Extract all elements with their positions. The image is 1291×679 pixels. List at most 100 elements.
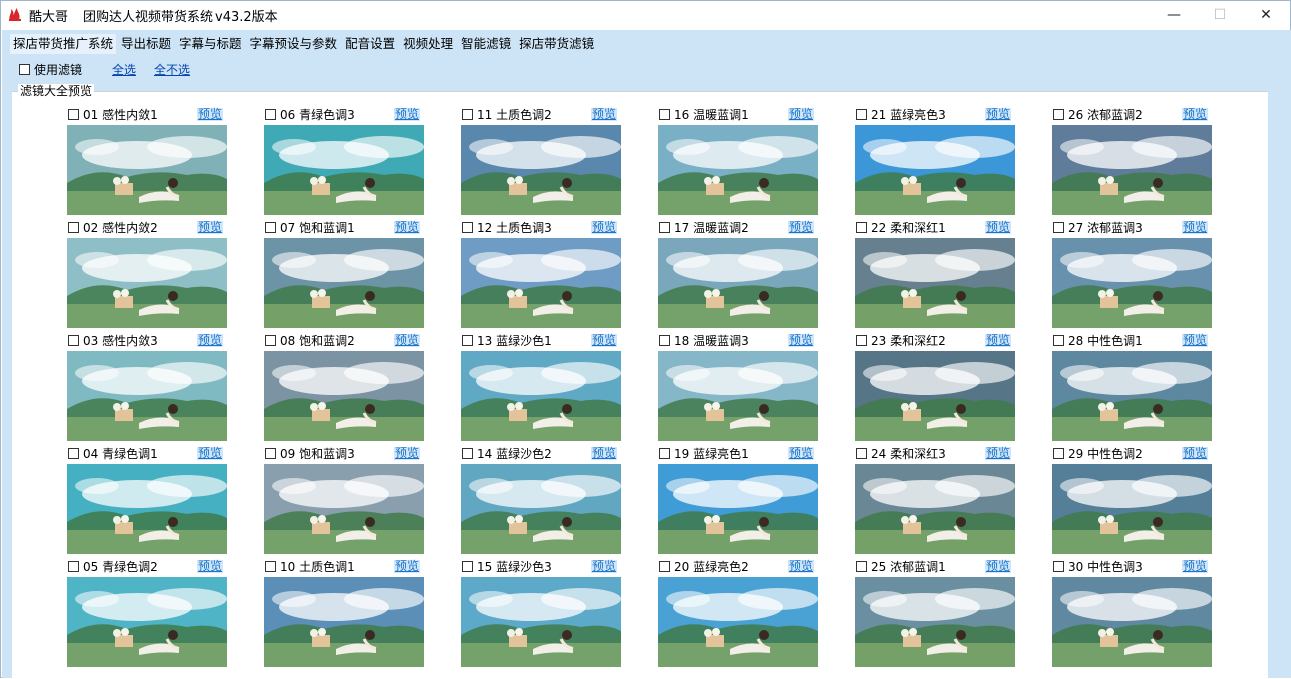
preview-button[interactable]: 预览 (590, 560, 617, 573)
filter-checkbox[interactable] (68, 335, 79, 346)
filter-name: 29 中性色调2 (1068, 447, 1143, 461)
use-filter-checkbox[interactable] (19, 63, 30, 75)
tab-store-filter[interactable]: 探店带货滤镜 (516, 34, 597, 54)
filter-header: 29 中性色调2 预览 (1052, 445, 1212, 462)
filter-cell-29: 25 浓郁蓝调1 预览 (855, 558, 1015, 667)
filter-checkbox[interactable] (659, 109, 670, 120)
preview-button[interactable]: 预览 (196, 221, 223, 234)
preview-button[interactable]: 预览 (984, 447, 1011, 460)
tab-voiceover[interactable]: 配音设置 (342, 34, 398, 54)
filter-checkbox[interactable] (462, 109, 473, 120)
filter-checkbox[interactable] (856, 109, 867, 120)
preview-button[interactable]: 预览 (196, 560, 223, 573)
preview-button[interactable]: 预览 (590, 334, 617, 347)
maximize-button[interactable]: ☐ (1197, 1, 1243, 29)
preview-button[interactable]: 预览 (393, 221, 420, 234)
tab-smart-filter[interactable]: 智能滤镜 (458, 34, 514, 54)
filter-checkbox[interactable] (265, 109, 276, 120)
filter-cell-19: 04 青绿色调1 预览 (67, 445, 227, 554)
preview-button[interactable]: 预览 (590, 221, 617, 234)
preview-button[interactable]: 预览 (984, 108, 1011, 121)
filter-checkbox[interactable] (659, 448, 670, 459)
preview-button[interactable]: 预览 (787, 560, 814, 573)
filter-name: 18 温暖蓝调3 (674, 334, 749, 348)
filter-checkbox[interactable] (68, 109, 79, 120)
preview-button[interactable]: 预览 (590, 447, 617, 460)
filter-checkbox[interactable] (462, 335, 473, 346)
filter-header: 22 柔和深红1 预览 (855, 219, 1015, 236)
tab-promotion-system[interactable]: 探店带货推广系统 (10, 34, 117, 54)
filter-checkbox[interactable] (856, 335, 867, 346)
tab-subtitle-presets[interactable]: 字幕预设与参数 (247, 34, 341, 54)
close-button[interactable]: ✕ (1243, 1, 1289, 29)
filter-header: 30 中性色调3 预览 (1052, 558, 1212, 575)
filter-thumbnail (264, 577, 424, 667)
landscape-photo-icon (67, 577, 227, 667)
filter-checkbox[interactable] (1053, 335, 1064, 346)
preview-button[interactable]: 预览 (393, 447, 420, 460)
filter-preview-group: 滤镜大全预览 01 感性内敛1 预览 06 青绿色调3 预览 11 土质色调2 … (12, 84, 1268, 679)
use-filter-option[interactable]: 使用滤镜 (19, 60, 82, 78)
preview-button[interactable]: 预览 (984, 221, 1011, 234)
filter-checkbox[interactable] (659, 561, 670, 572)
preview-button[interactable]: 预览 (984, 560, 1011, 573)
preview-button[interactable]: 预览 (393, 108, 420, 121)
filter-checkbox[interactable] (462, 448, 473, 459)
filter-header: 06 青绿色调3 预览 (264, 106, 424, 123)
filter-checkbox[interactable] (1053, 448, 1064, 459)
filter-cell-26: 10 土质色调1 预览 (264, 558, 424, 667)
filter-header: 04 青绿色调1 预览 (67, 445, 227, 462)
tab-video-processing[interactable]: 视频处理 (400, 34, 456, 54)
filter-checkbox[interactable] (856, 222, 867, 233)
select-all-link[interactable]: 全选 (112, 61, 136, 78)
filter-thumbnail (658, 577, 818, 667)
minimize-button[interactable]: — (1151, 1, 1197, 29)
preview-button[interactable]: 预览 (196, 108, 223, 121)
filter-thumbnail (461, 351, 621, 441)
filter-checkbox[interactable] (265, 561, 276, 572)
filter-name: 01 感性内敛1 (83, 108, 158, 122)
filter-cell-22: 19 蓝绿亮色1 预览 (658, 445, 818, 554)
filter-cell-23: 24 柔和深红3 预览 (855, 445, 1015, 554)
filter-checkbox[interactable] (1053, 222, 1064, 233)
preview-button[interactable]: 预览 (787, 334, 814, 347)
landscape-photo-icon (1052, 351, 1212, 441)
filter-header: 19 蓝绿亮色1 预览 (658, 445, 818, 462)
tab-subtitle-title[interactable]: 字幕与标题 (176, 34, 245, 54)
filter-checkbox[interactable] (462, 222, 473, 233)
filter-checkbox[interactable] (265, 448, 276, 459)
filter-name: 20 蓝绿亮色2 (674, 560, 749, 574)
preview-button[interactable]: 预览 (787, 108, 814, 121)
preview-button[interactable]: 预览 (393, 560, 420, 573)
preview-button[interactable]: 预览 (196, 334, 223, 347)
preview-button[interactable]: 预览 (1181, 221, 1208, 234)
preview-button[interactable]: 预览 (1181, 447, 1208, 460)
preview-button[interactable]: 预览 (984, 334, 1011, 347)
filter-checkbox[interactable] (265, 222, 276, 233)
preview-button[interactable]: 预览 (590, 108, 617, 121)
filter-checkbox[interactable] (1053, 561, 1064, 572)
filter-name: 17 温暖蓝调2 (674, 221, 749, 235)
title-bar[interactable]: 酷大哥 团购达人视频带货系统 v43.2版本 — ☐ ✕ (1, 1, 1290, 29)
filter-checkbox[interactable] (68, 561, 79, 572)
filter-checkbox[interactable] (1053, 109, 1064, 120)
preview-button[interactable]: 预览 (787, 447, 814, 460)
filter-checkbox[interactable] (462, 561, 473, 572)
filter-thumbnail (264, 351, 424, 441)
preview-button[interactable]: 预览 (1181, 334, 1208, 347)
filter-checkbox[interactable] (68, 222, 79, 233)
preview-button[interactable]: 预览 (196, 447, 223, 460)
preview-button[interactable]: 预览 (1181, 108, 1208, 121)
filter-checkbox[interactable] (265, 335, 276, 346)
filter-header: 07 饱和蓝调1 预览 (264, 219, 424, 236)
filter-checkbox[interactable] (659, 222, 670, 233)
select-none-link[interactable]: 全不选 (154, 61, 190, 78)
filter-checkbox[interactable] (659, 335, 670, 346)
filter-checkbox[interactable] (68, 448, 79, 459)
tab-export-title[interactable]: 导出标题 (118, 34, 174, 54)
preview-button[interactable]: 预览 (787, 221, 814, 234)
filter-checkbox[interactable] (856, 448, 867, 459)
preview-button[interactable]: 预览 (393, 334, 420, 347)
preview-button[interactable]: 预览 (1181, 560, 1208, 573)
filter-checkbox[interactable] (856, 561, 867, 572)
